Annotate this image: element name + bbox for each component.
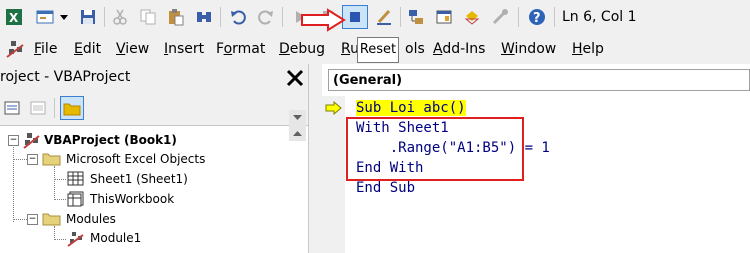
project-tree: − VBAProject (Book1) − Microsoft Excel O… (0, 126, 308, 253)
cut-icon[interactable] (110, 7, 130, 27)
menu-help[interactable]: Help (572, 41, 604, 57)
standard-toolbar: X ? Ln 6, Col 1 (0, 0, 750, 34)
insert-userform-icon[interactable] (34, 7, 56, 27)
project-explorer-icon[interactable] (406, 7, 426, 27)
toolbox-icon[interactable] (490, 7, 510, 27)
project-explorer-title: roject - VBAProject (0, 69, 131, 85)
object-combo[interactable]: (General) (328, 69, 750, 91)
collapse-toggle[interactable]: − (8, 135, 19, 146)
tree-item-module1[interactable]: Module1 (88, 230, 143, 246)
menu-add-ins[interactable]: Add-Ins (433, 41, 485, 57)
menu-tools[interactable]: ols (405, 41, 425, 57)
code-margin[interactable] (322, 96, 345, 253)
tree-item-thisworkbook[interactable]: ThisWorkbook (90, 192, 174, 206)
paste-icon[interactable] (166, 7, 186, 27)
worksheet-icon (67, 171, 84, 186)
find-icon[interactable] (194, 7, 214, 27)
save-icon[interactable] (78, 7, 98, 27)
collapse-toggle[interactable]: − (27, 214, 38, 225)
menu-edit[interactable]: Edit (74, 41, 101, 57)
menu-insert[interactable]: Insert (164, 41, 204, 57)
folder-icon (42, 213, 61, 226)
code-line-1[interactable]: Sub Loi abc() (356, 100, 466, 116)
tree-item-excel-objects[interactable]: Microsoft Excel Objects (66, 152, 205, 166)
menu-format[interactable]: Format (216, 41, 265, 57)
object-browser-icon[interactable] (462, 7, 482, 27)
project-explorer-toolbar (0, 92, 308, 126)
close-icon[interactable] (282, 64, 308, 92)
vba-module-icon[interactable] (4, 39, 28, 59)
view-object-icon[interactable] (28, 98, 48, 118)
folder-icon (42, 153, 61, 166)
menu-view[interactable]: View (116, 41, 149, 57)
code-line-5[interactable]: End Sub (356, 180, 415, 196)
tree-item-sheet1[interactable]: Sheet1 (Sheet1) (90, 172, 188, 186)
menu-debug[interactable]: Debug (279, 41, 325, 57)
svg-text:X: X (9, 11, 19, 25)
cursor-position: Ln 6, Col 1 (562, 9, 637, 25)
properties-icon[interactable] (434, 7, 454, 27)
workbook-icon (67, 191, 84, 207)
menu-window[interactable]: Window (501, 41, 556, 57)
toggle-folders-icon[interactable] (60, 96, 84, 120)
annotation-arrow-icon (301, 8, 346, 32)
execution-arrow-icon (325, 101, 342, 115)
help-icon[interactable]: ? (526, 7, 548, 27)
design-mode-icon[interactable] (374, 7, 394, 27)
excel-icon[interactable]: X (4, 7, 24, 27)
scroll-down-button[interactable] (289, 110, 306, 126)
scroll-up-button[interactable] (289, 126, 306, 141)
module-icon (67, 232, 84, 247)
reset-tooltip: Reset (357, 37, 399, 63)
copy-icon[interactable] (138, 7, 158, 27)
collapse-toggle[interactable]: − (27, 154, 38, 165)
view-code-icon[interactable] (2, 98, 22, 118)
redo-icon[interactable] (256, 7, 276, 27)
annotation-highlight-box (346, 117, 524, 181)
undo-icon[interactable] (228, 7, 248, 27)
project-explorer-titlebar: roject - VBAProject (0, 64, 308, 92)
svg-text:?: ? (533, 11, 541, 26)
vba-project-icon (23, 133, 40, 149)
tree-item-modules[interactable]: Modules (66, 212, 116, 226)
tree-item-vbaproject[interactable]: VBAProject (Book1) (44, 133, 177, 147)
dropdown-icon[interactable] (58, 7, 70, 27)
menu-file[interactable]: File (34, 41, 57, 57)
